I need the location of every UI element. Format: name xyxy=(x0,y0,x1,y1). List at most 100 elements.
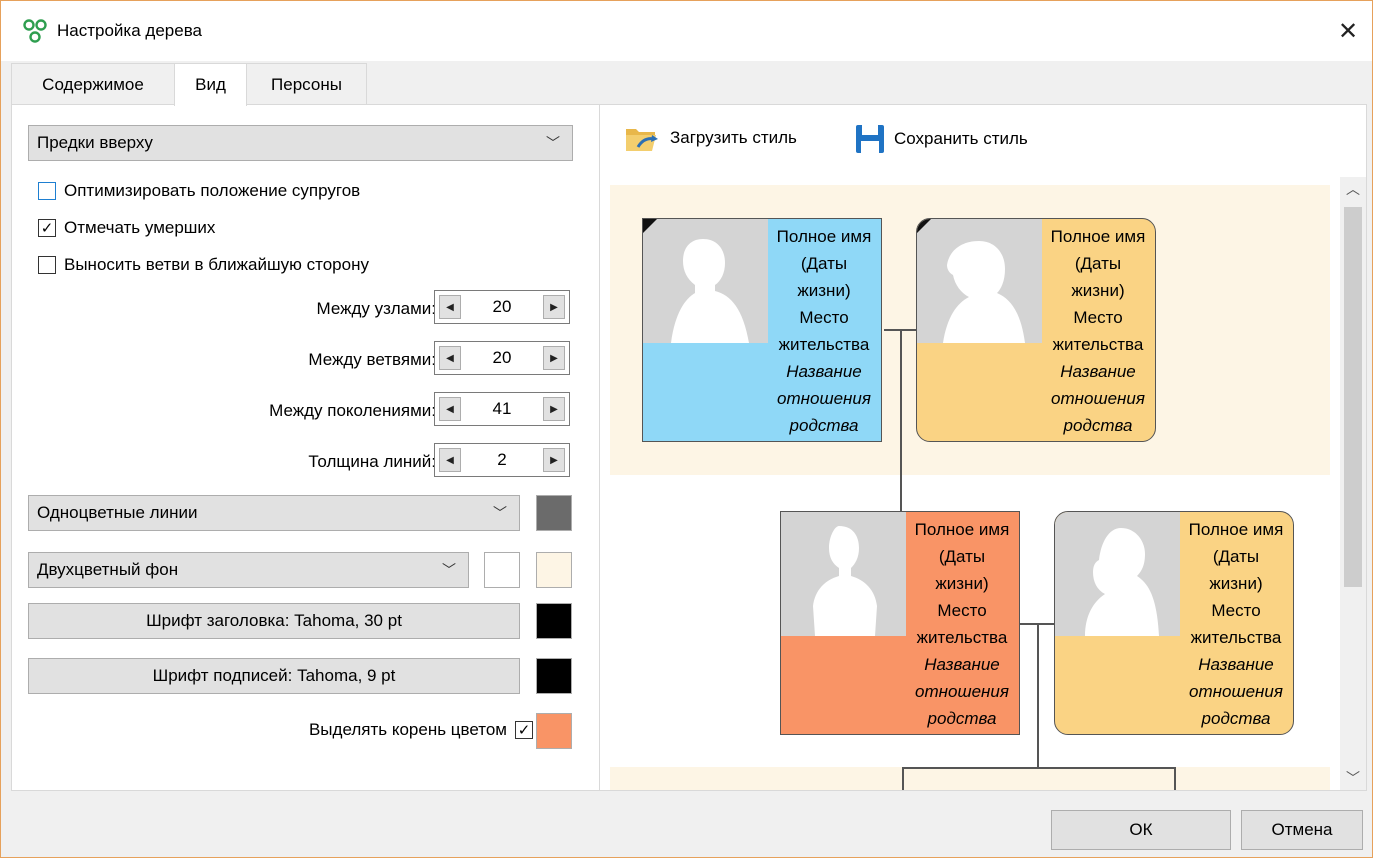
orientation-value: Предки вверху xyxy=(37,133,153,152)
photo-placeholder xyxy=(781,512,906,636)
increment-arrow-icon[interactable]: ▶ xyxy=(543,295,565,319)
line-width-spinner[interactable]: ◀ 2 ▶ xyxy=(434,443,570,477)
increment-arrow-icon[interactable]: ▶ xyxy=(543,397,565,421)
save-style-button[interactable]: Сохранить стиль xyxy=(854,123,1028,155)
save-style-label: Сохранить стиль xyxy=(894,129,1028,148)
dates-open: (Даты xyxy=(1212,547,1260,566)
full-name: Полное имя xyxy=(1050,227,1146,246)
person-card-father[interactable]: Полное имя (Даты жизни) Место жительства… xyxy=(642,218,882,442)
dates-close: жизни) xyxy=(1209,574,1263,593)
caption-font-color-swatch[interactable] xyxy=(536,658,572,694)
scroll-down-icon[interactable]: ﹀ xyxy=(1340,766,1366,790)
load-style-button[interactable]: Загрузить стиль xyxy=(624,123,797,153)
checkbox-box xyxy=(38,182,56,200)
preview-scrollbar[interactable]: ︿ ﹀ xyxy=(1340,177,1366,790)
node-spacing-label: Между узлами: xyxy=(316,299,436,318)
photo-placeholder xyxy=(1055,512,1180,636)
decrement-arrow-icon[interactable]: ◀ xyxy=(439,397,461,421)
dates-open: (Даты xyxy=(1074,254,1122,273)
lines-mode-value: Одноцветные линии xyxy=(37,503,198,522)
decrement-arrow-icon[interactable]: ◀ xyxy=(439,346,461,370)
close-button[interactable]: ✕ xyxy=(1324,1,1372,61)
residence-2: жительства xyxy=(1052,335,1144,354)
nearest-side-branches-checkbox[interactable]: Выносить ветви в ближайшую сторону xyxy=(38,255,369,275)
female-silhouette-icon xyxy=(943,241,1025,343)
tab-content-area: Предки вверху ﹀ Оптимизировать положение… xyxy=(11,104,1367,791)
generation-spacing-spinner[interactable]: ◀ 41 ▶ xyxy=(434,392,570,426)
root-highlight-color-swatch[interactable] xyxy=(536,713,572,749)
title-font-color-swatch[interactable] xyxy=(536,603,572,639)
cancel-label: Отмена xyxy=(1271,820,1333,839)
ok-button[interactable]: ОК xyxy=(1051,810,1231,850)
tab-content[interactable]: Содержимое xyxy=(11,63,175,105)
scroll-up-icon[interactable]: ︿ xyxy=(1340,177,1366,201)
card-text: Полное имя (Даты жизни) Место жительства… xyxy=(1041,219,1155,441)
mark-deceased-checkbox[interactable]: ✓ Отмечать умерших xyxy=(38,218,215,238)
person-card-spouse[interactable]: Полное имя (Даты жизни) Место жительства… xyxy=(1054,511,1294,735)
checkbox-label: Оптимизировать положение супругов xyxy=(64,181,361,200)
relation-1: Название xyxy=(1060,362,1136,381)
increment-arrow-icon[interactable]: ▶ xyxy=(543,448,565,472)
full-name: Полное имя xyxy=(776,227,872,246)
deceased-marker-icon xyxy=(643,219,657,233)
spinner-value[interactable]: 2 xyxy=(465,444,539,476)
close-icon: ✕ xyxy=(1337,17,1359,45)
title-bar: Настройка дерева ✕ xyxy=(1,1,1372,61)
card-text: Полное имя (Даты жизни) Место жительства… xyxy=(905,512,1019,734)
window-title: Настройка дерева xyxy=(57,21,202,40)
caption-font-button[interactable]: Шрифт подписей: Tahoma, 9 pt xyxy=(28,658,520,694)
optimize-spouses-checkbox[interactable]: Оптимизировать положение супругов xyxy=(38,181,360,201)
full-name: Полное имя xyxy=(1188,520,1284,539)
background-mode-value: Двухцветный фон xyxy=(37,560,179,579)
background-color-2-swatch[interactable] xyxy=(536,552,572,588)
person-card-mother[interactable]: Полное имя (Даты жизни) Место жительства… xyxy=(916,218,1156,442)
tab-view[interactable]: Вид xyxy=(174,63,247,106)
button-label: Шрифт заголовка: Tahoma, 30 pt xyxy=(146,611,402,630)
residence-1: Место xyxy=(799,308,849,327)
relation-2: отношения xyxy=(1051,389,1145,408)
residence-1: Место xyxy=(1073,308,1123,327)
generation-spacing-label: Между поколениями: xyxy=(269,401,436,420)
scroll-thumb[interactable] xyxy=(1344,207,1362,587)
lines-color-swatch[interactable] xyxy=(536,495,572,531)
residence-2: жительства xyxy=(1190,628,1282,647)
node-spacing-spinner[interactable]: ◀ 20 ▶ xyxy=(434,290,570,324)
ok-label: ОК xyxy=(1129,820,1153,839)
background-color-1-swatch[interactable] xyxy=(484,552,520,588)
dates-open: (Даты xyxy=(800,254,848,273)
tab-label: Персоны xyxy=(271,74,342,94)
spinner-value[interactable]: 20 xyxy=(465,342,539,374)
connector-line xyxy=(902,767,1176,769)
relation-2: отношения xyxy=(1189,682,1283,701)
deceased-marker-icon xyxy=(917,219,931,233)
dates-close: жизни) xyxy=(797,281,851,300)
relation-3: родства xyxy=(789,416,859,435)
relation-3: родства xyxy=(1201,709,1271,728)
residence-2: жительства xyxy=(778,335,870,354)
chevron-down-icon: ﹀ xyxy=(442,562,456,578)
decrement-arrow-icon[interactable]: ◀ xyxy=(439,295,461,319)
card-text: Полное имя (Даты жизни) Место жительства… xyxy=(767,219,881,441)
tree-settings-dialog: Настройка дерева ✕ Содержимое Вид Персон… xyxy=(0,0,1373,858)
decrement-arrow-icon[interactable]: ◀ xyxy=(439,448,461,472)
increment-arrow-icon[interactable]: ▶ xyxy=(543,346,565,370)
branch-spacing-spinner[interactable]: ◀ 20 ▶ xyxy=(434,341,570,375)
connector-line xyxy=(902,767,904,790)
spinner-value[interactable]: 41 xyxy=(465,393,539,425)
background-mode-select[interactable]: Двухцветный фон ﹀ xyxy=(28,552,469,588)
relation-2: отношения xyxy=(915,682,1009,701)
connector-line xyxy=(900,329,902,511)
highlight-root-checkbox[interactable]: Выделять корень цветом ✓ xyxy=(309,720,533,740)
cancel-button[interactable]: Отмена xyxy=(1241,810,1363,850)
relation-1: Название xyxy=(1198,655,1274,674)
checkmark-icon: ✓ xyxy=(515,721,533,739)
full-name: Полное имя xyxy=(914,520,1010,539)
lines-mode-select[interactable]: Одноцветные линии ﹀ xyxy=(28,495,520,531)
title-font-button[interactable]: Шрифт заголовка: Tahoma, 30 pt xyxy=(28,603,520,639)
spinner-value[interactable]: 20 xyxy=(465,291,539,323)
person-card-root[interactable]: Полное имя (Даты жизни) Место жительства… xyxy=(780,511,1020,735)
connector-line xyxy=(1037,623,1039,767)
orientation-select[interactable]: Предки вверху ﹀ xyxy=(28,125,573,161)
tab-persons[interactable]: Персоны xyxy=(246,63,367,105)
load-style-label: Загрузить стиль xyxy=(670,128,797,147)
